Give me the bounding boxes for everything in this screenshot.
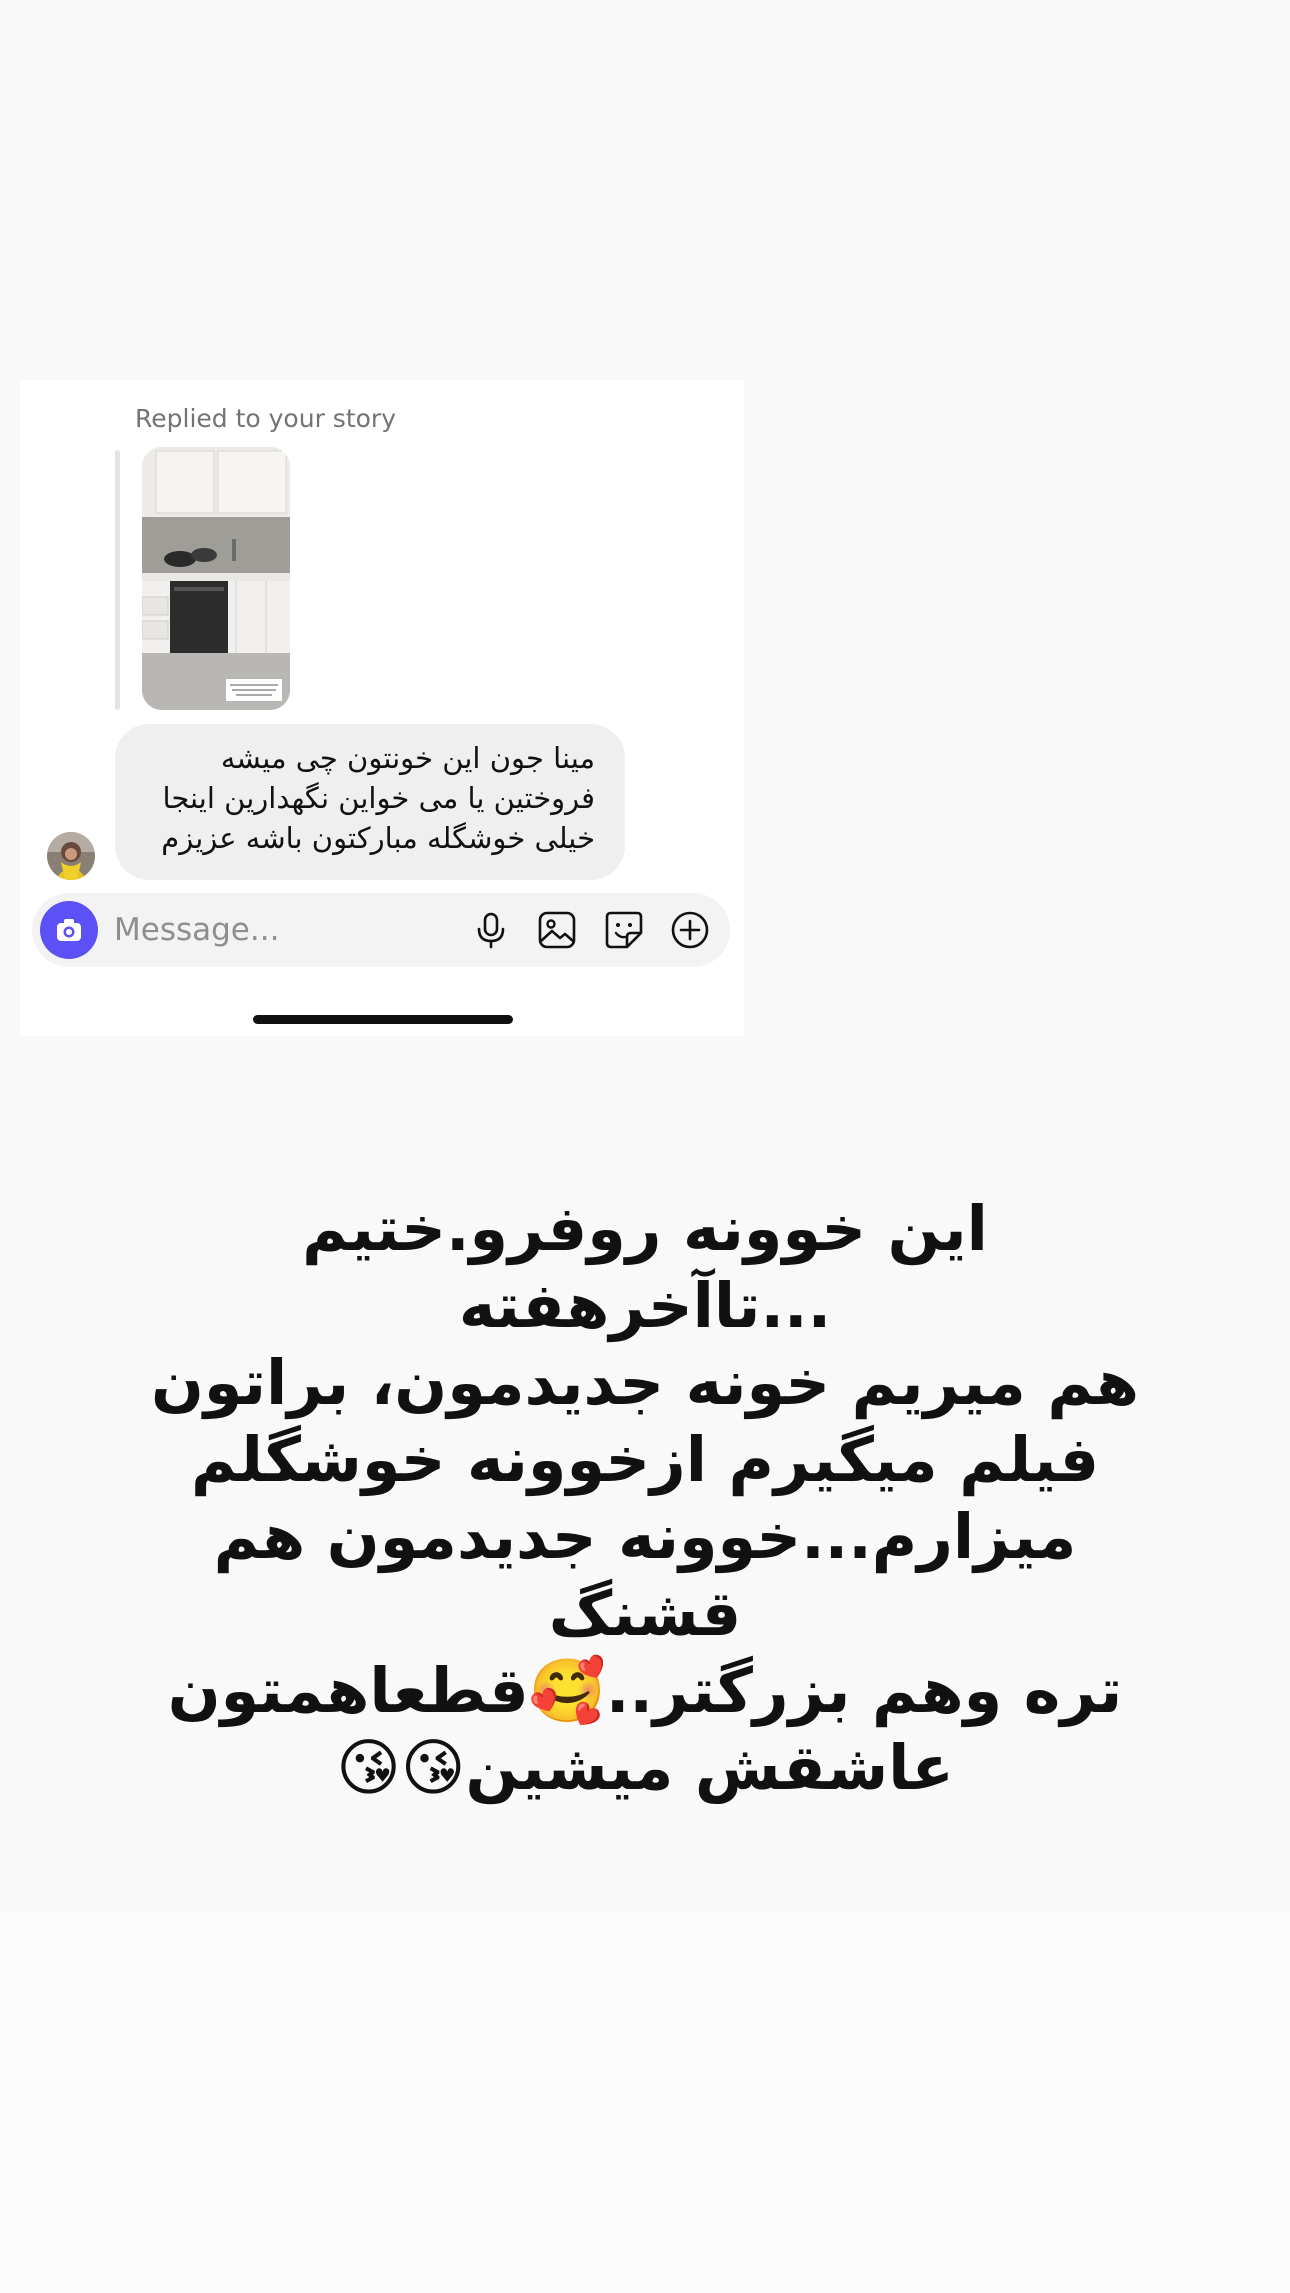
- message-composer: [32, 893, 730, 967]
- home-indicator: [253, 1015, 513, 1024]
- message-input[interactable]: [114, 907, 434, 953]
- replied-to-story-label: Replied to your story: [135, 404, 396, 433]
- dm-screenshot: Replied to your story مینا جون این خونتو…: [20, 380, 744, 1036]
- story-caption: این خوونه روفرو.ختیم ...تاآخرهفته هم میر…: [150, 1192, 1140, 1804]
- background-band: [0, 1912, 1290, 2293]
- reply-quote-bar: [115, 450, 120, 710]
- camera-button[interactable]: [40, 901, 98, 959]
- add-icon[interactable]: [669, 909, 711, 951]
- message-bubble[interactable]: مینا جون این خونتون چی میشه فروختین یا م…: [115, 724, 625, 880]
- message-text: مینا جون این خونتون چی میشه فروختین یا م…: [161, 741, 595, 855]
- microphone-icon[interactable]: [470, 909, 512, 951]
- sticker-icon[interactable]: [603, 909, 645, 951]
- sender-avatar[interactable]: [47, 832, 95, 880]
- kitchen-image-icon: [142, 447, 290, 710]
- gallery-icon[interactable]: [536, 909, 578, 951]
- story-thumbnail[interactable]: [142, 447, 290, 710]
- avatar-photo-icon: [47, 832, 95, 880]
- camera-icon: [57, 919, 81, 941]
